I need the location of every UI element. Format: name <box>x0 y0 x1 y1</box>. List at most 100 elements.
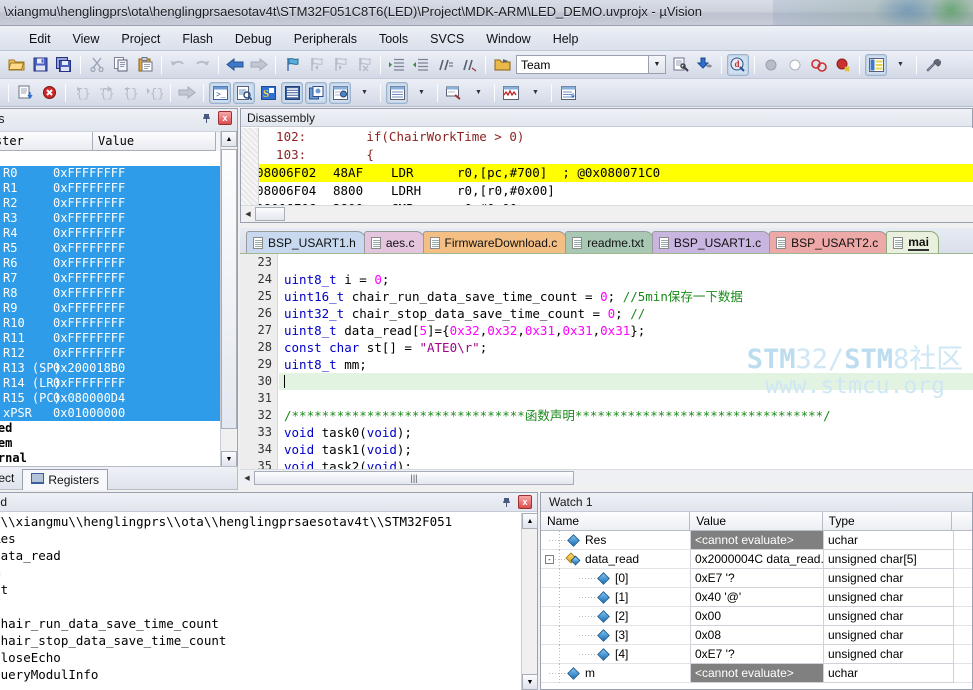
editor-tab-readme-txt[interactable]: readme.txt <box>565 231 654 253</box>
register-row[interactable]: ┇R80xFFFFFFFF <box>0 286 222 301</box>
undo-icon[interactable] <box>167 54 189 76</box>
disassembly-window-icon[interactable] <box>233 81 255 104</box>
chevron-down-icon[interactable]: ▼ <box>353 82 375 104</box>
disassembly-instruction-row[interactable]: 0x08006F02 48AF LDR r0,[pc,#700] ; @0x08007… <box>241 164 973 182</box>
column-header-value[interactable]: Value <box>93 132 216 151</box>
register-row[interactable]: ┇R70xFFFFFFFF <box>0 271 222 286</box>
register-row[interactable]: ┇R110xFFFFFFFF <box>0 331 222 346</box>
reset-cpu-icon[interactable] <box>14 82 36 104</box>
watch-value-cell[interactable]: 0x40 '@' <box>691 588 824 607</box>
team-combo[interactable]: Team ▼ <box>516 55 666 74</box>
code-line[interactable]: uint8_t i = 0; <box>279 271 973 288</box>
symbols-window-icon[interactable]: S <box>257 82 279 104</box>
code-line[interactable]: void task1(void); <box>279 441 973 458</box>
code-line[interactable]: /*******************************函数声明****… <box>279 407 973 424</box>
watch-value-cell[interactable]: 0xE7 '? <box>691 645 824 664</box>
code-lines[interactable]: uint8_t i = 0; uint16_t chair_run_data_sa… <box>279 254 973 469</box>
disassembly-source-row[interactable]: 103: { <box>241 146 973 164</box>
manage-components-icon[interactable] <box>865 53 887 76</box>
bookmark-clear-icon[interactable] <box>353 54 375 76</box>
close-icon[interactable]: x <box>518 495 532 509</box>
watch-name-cell[interactable]: Res <box>541 531 691 550</box>
register-row[interactable]: System <box>0 436 222 451</box>
watch-row[interactable]: [4] 0xE7 '? unsigned char <box>541 645 972 664</box>
save-all-icon[interactable] <box>53 54 75 76</box>
watch-name-cell[interactable]: - data_read <box>541 550 691 569</box>
editor-horizontal-scrollbar[interactable]: ◀ ||| <box>240 469 973 486</box>
register-row[interactable]: ┇R15 (PC)0x080000D4 <box>0 391 222 406</box>
scroll-down-button[interactable]: ▼ <box>522 674 538 690</box>
outdent-icon[interactable] <box>410 54 432 76</box>
menu-item-edit[interactable]: Edit <box>18 29 62 49</box>
code-line[interactable]: uint8_t data_read[5]={0x32,0x32,0x31,0x3… <box>279 322 973 339</box>
watch-window-icon[interactable] <box>329 81 351 104</box>
watch-value-cell[interactable]: 0x08 <box>691 626 824 645</box>
column-header-register[interactable]: ...ister <box>0 132 93 151</box>
watch-value-cell[interactable]: 0x2000004C data_read... <box>691 550 824 569</box>
code-line[interactable]: uint16_t chair_run_data_save_time_count … <box>279 288 973 305</box>
disassembly-list[interactable]: 102: if(ChairWorkTime > 0) 103: {0x08006… <box>241 128 973 206</box>
code-line[interactable]: void task2(void); <box>279 458 973 469</box>
watch-name-cell[interactable]: [2] <box>541 607 691 626</box>
chevron-down-icon[interactable]: ▼ <box>648 56 665 73</box>
watch-value-cell[interactable]: 0x00 <box>691 607 824 626</box>
command-vertical-scrollbar[interactable]: ▲ ▼ <box>521 513 538 690</box>
scrollbar-thumb[interactable]: ||| <box>254 471 574 485</box>
disassembly-horizontal-scrollbar[interactable]: ◀ <box>241 205 973 222</box>
register-row[interactable]: Internal <box>0 451 222 466</box>
code-line[interactable]: uint32_t chair_stop_data_save_time_count… <box>279 305 973 322</box>
run-to-cursor-icon[interactable]: {} <box>143 82 165 104</box>
scroll-left-button[interactable]: ◀ <box>240 471 254 486</box>
menu-item-project[interactable]: Project <box>110 29 171 49</box>
registers-list[interactable]: Core┇R00xFFFFFFFF┇R10xFFFFFFFF┇R20xFFFFF… <box>0 151 222 466</box>
scrollbar-thumb[interactable] <box>255 207 285 221</box>
target-options-icon[interactable]: d <box>727 53 749 76</box>
configuration-wizard-icon[interactable] <box>922 54 944 76</box>
chevron-down-icon[interactable]: ▼ <box>524 82 546 104</box>
code-editor[interactable]: 2324252627282930313233343536 uint8_t i =… <box>240 254 973 469</box>
editor-tab-aes-c[interactable]: aes.c <box>363 231 425 253</box>
comment-icon[interactable] <box>434 54 456 76</box>
dock-tab-roject[interactable]: ...roject <box>0 468 22 489</box>
serial-window-icon[interactable] <box>443 82 465 104</box>
registers-window-icon[interactable] <box>281 81 303 104</box>
redo-icon[interactable] <box>191 54 213 76</box>
register-row[interactable]: ┇R40xFFFFFFFF <box>0 226 222 241</box>
watch-row[interactable]: - data_read 0x2000004C data_read... unsigne… <box>541 550 972 569</box>
watch-name-cell[interactable]: [3] <box>541 626 691 645</box>
register-row[interactable]: Banked <box>0 421 222 436</box>
watch-name-cell[interactable]: [4] <box>541 645 691 664</box>
disable-breakpoint-icon[interactable] <box>808 54 830 76</box>
close-icon[interactable]: x <box>218 111 232 125</box>
trace-window-icon[interactable] <box>557 82 579 104</box>
registers-vertical-scrollbar[interactable]: ▲ ▼ <box>220 131 237 467</box>
copy-icon[interactable] <box>110 54 132 76</box>
code-line[interactable]: void task0(void); <box>279 424 973 441</box>
register-row[interactable]: ┇R13 (SP)0x200018B0 <box>0 361 222 376</box>
command-output[interactable]: d "F:\\xiangmu\\henglingprs\\ota\\hengli… <box>0 513 522 690</box>
insert-breakpoint-icon[interactable] <box>760 54 782 76</box>
step-into-icon[interactable]: {} <box>71 82 93 104</box>
command-window-icon[interactable]: >_ <box>209 81 231 104</box>
watch-name-cell[interactable]: [1] <box>541 588 691 607</box>
project-window-icon[interactable] <box>491 54 513 76</box>
open-folder-icon[interactable] <box>5 54 27 76</box>
column-header-type[interactable]: Type <box>822 512 953 531</box>
bookmark-prev-icon[interactable] <box>305 54 327 76</box>
pin-icon[interactable] <box>499 495 513 509</box>
kill-breakpoints-icon[interactable] <box>784 54 806 76</box>
scroll-up-button[interactable]: ▲ <box>221 131 237 147</box>
register-row[interactable]: ┇R90xFFFFFFFF <box>0 301 222 316</box>
watch-row[interactable]: [2] 0x00 unsigned char <box>541 607 972 626</box>
navigate-forward-icon[interactable] <box>248 54 270 76</box>
watch-row[interactable]: [1] 0x40 '@' unsigned char <box>541 588 972 607</box>
watch-value-cell[interactable]: 0xE7 '? <box>691 569 824 588</box>
pin-icon[interactable] <box>199 111 213 125</box>
uncomment-icon[interactable] <box>458 54 480 76</box>
menu-item-debug[interactable]: Debug <box>224 29 283 49</box>
chevron-down-icon[interactable]: ▼ <box>467 82 489 104</box>
disassembly-source-row[interactable]: 102: if(ChairWorkTime > 0) <box>241 128 973 146</box>
step-over-icon[interactable]: {} <box>95 82 117 104</box>
register-row[interactable]: ┇R00xFFFFFFFF <box>0 166 222 181</box>
register-row[interactable]: ┇R100xFFFFFFFF <box>0 316 222 331</box>
